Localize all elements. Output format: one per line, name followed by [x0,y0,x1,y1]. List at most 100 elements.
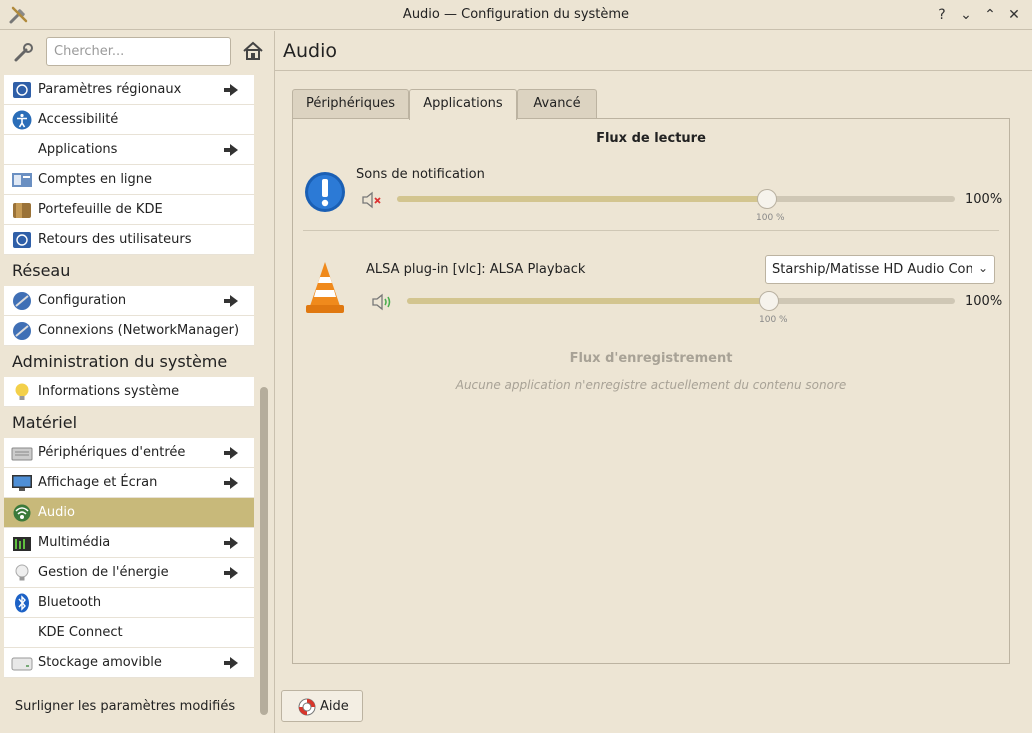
vlc-cone-icon [306,262,344,313]
multimedia-icon [13,537,31,551]
sidebar-item-network-configuration[interactable]: Configuration [4,286,254,316]
category-network: Réseau [4,256,254,286]
help-button[interactable]: Aide [281,690,363,722]
stream-name: ALSA plug-in [vlc]: ALSA Playback [366,262,586,277]
sidebar-item-user-feedback[interactable]: Retours des utilisateurs [4,225,254,255]
sidebar-item-label: Connexions (NetworkManager) [38,323,240,338]
sidebar-item-input-devices[interactable]: Périphériques d'entrée [4,438,254,468]
sidebar-item-system-info[interactable]: Informations système [4,377,254,407]
window-title: Audio — Configuration du système [402,7,630,22]
sidebar-item-removable-storage[interactable]: Stockage amovible [4,648,254,678]
network-connections-icon [13,322,31,340]
sidebar-item-label: Multimédia [38,535,111,550]
stream-divider [303,230,999,231]
feedback-icon [13,232,31,248]
bluetooth-icon [15,593,29,613]
sidebar-item-label: Informations système [38,384,180,399]
volume-percent: 100% [965,294,1003,309]
volume-percent: 100% [965,192,1003,207]
sidebar-item-label: Retours des utilisateurs [38,232,192,247]
speaker-muted-icon[interactable] [361,190,385,210]
volume-small-label: 100 % [759,315,788,325]
tab-devices[interactable]: Périphériques [292,89,409,119]
sidebar-item-label: Bluetooth [38,595,102,610]
slider-fill [407,298,769,304]
sidebar-item-label: Portefeuille de KDE [38,202,163,217]
minimize-button[interactable]: ⌄ [957,6,975,24]
category-list: Paramètres régionaux Accessibilité Appli… [4,75,254,721]
sidebar-item-multimedia[interactable]: Multimédia [4,528,254,558]
search-input[interactable] [46,37,231,66]
home-icon[interactable] [241,39,265,63]
applications-panel: Flux de lecture Sons de notification 100… [292,118,1010,664]
sidebar-item-label: Comptes en ligne [38,172,153,187]
tab-applications[interactable]: Applications [409,89,517,120]
sidebar-item-label: Applications [38,142,118,157]
title-bar: Audio — Configuration du système ? ⌄ ⌃ ✕ [0,0,1032,30]
help-title-button[interactable]: ? [933,6,951,24]
arrow-right-icon [224,144,238,156]
sidebar-item-label: Affichage et Écran [38,475,158,490]
power-bulb-icon [15,564,29,581]
category-label: Administration du système [12,352,228,371]
sidebar: Paramètres régionaux Accessibilité Appli… [0,31,275,733]
slider-handle[interactable] [757,189,777,209]
slider-handle[interactable] [759,291,779,311]
sidebar-item-accessibility[interactable]: Accessibilité [4,105,254,135]
sidebar-item-label: Audio [38,505,75,520]
arrow-right-icon [224,477,238,489]
sidebar-item-kde-connect[interactable]: KDE Connect [4,618,254,648]
configure-tools-icon[interactable] [12,40,36,64]
header-divider [275,70,1032,71]
scrollbar-thumb[interactable] [260,387,268,715]
sidebar-item-label: Configuration [38,293,127,308]
recording-empty-message: Aucune application n'enregistre actuelle… [455,378,847,392]
help-lifebuoy-icon [298,698,316,716]
arrow-right-icon [224,295,238,307]
tab-advanced[interactable]: Avancé [517,89,597,119]
sidebar-item-label: Accessibilité [38,112,119,127]
sidebar-item-kde-wallet[interactable]: Portefeuille de KDE [4,195,254,225]
online-accounts-icon [12,173,32,187]
monitor-icon [12,475,32,491]
sidebar-item-network-connections[interactable]: Connexions (NetworkManager) [4,316,254,346]
notification-volume-slider[interactable] [397,189,955,209]
arrow-right-icon [224,537,238,549]
sidebar-item-online-accounts[interactable]: Comptes en ligne [4,165,254,195]
category-administration: Administration du système [4,347,254,377]
category-label: Réseau [12,261,71,280]
speaker-volume-icon[interactable] [371,292,395,312]
sidebar-item-label: Gestion de l'énergie [38,565,169,580]
page-title: Audio [283,40,338,62]
recording-streams-title: Flux d'enregistrement [569,351,733,366]
sidebar-item-applications[interactable]: Applications [4,135,254,165]
sidebar-item-label: Stockage amovible [38,655,162,670]
sidebar-scrollbar[interactable] [260,75,268,721]
sidebar-item-display[interactable]: Affichage et Écran [4,468,254,498]
arrow-right-icon [224,84,238,96]
sidebar-item-label: Périphériques d'entrée [38,445,186,460]
chevron-down-icon: ⌄ [977,261,988,275]
vlc-volume-slider[interactable] [407,291,955,311]
audio-icon [13,504,31,522]
sidebar-item-power[interactable]: Gestion de l'énergie [4,558,254,588]
sidebar-item-bluetooth[interactable]: Bluetooth [4,588,254,618]
network-globe-icon [13,292,31,310]
maximize-button[interactable]: ⌃ [981,6,999,24]
category-hardware: Matériel [4,408,254,438]
help-button-label: Aide [320,699,349,714]
stream-name: Sons de notification [356,167,485,182]
globe-flag-icon [13,82,31,98]
sidebar-toolbar [0,31,275,73]
arrow-right-icon [224,567,238,579]
highlight-changed-settings-button[interactable]: Surligner les paramètres modifiés [0,699,250,725]
sidebar-item-audio[interactable]: Audio [4,498,254,528]
accessibility-icon [12,110,32,130]
slider-fill [397,196,767,202]
sidebar-item-regional[interactable]: Paramètres régionaux [4,75,254,105]
close-button[interactable]: ✕ [1005,6,1023,24]
output-device-select[interactable]: Starship/Matisse HD Audio Controller ⌄ [765,255,995,284]
notification-exclamation-icon [305,172,345,212]
volume-small-label: 100 % [756,213,785,223]
playback-streams-title: Flux de lecture [596,131,706,146]
